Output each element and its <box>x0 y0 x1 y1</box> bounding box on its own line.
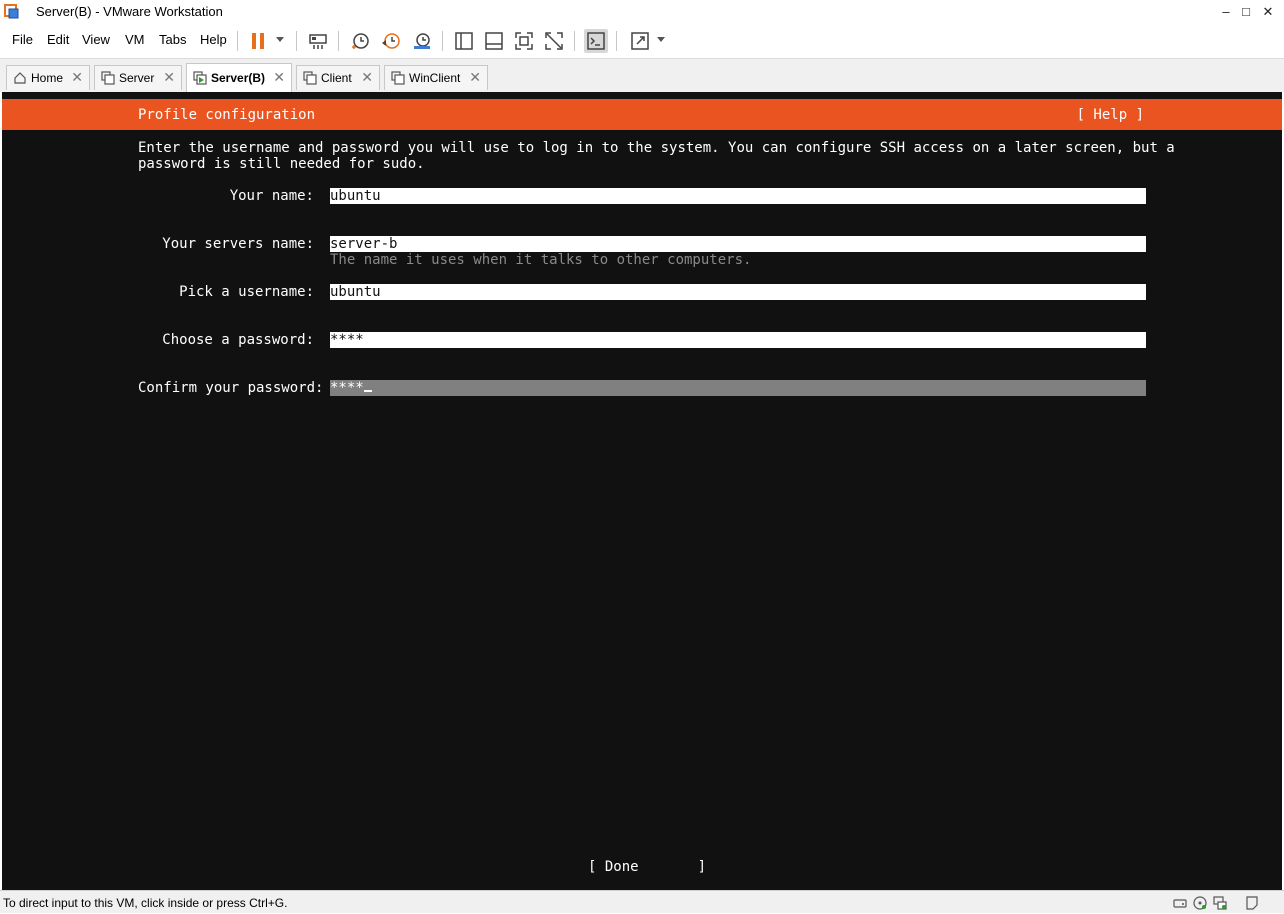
console-top-strip <box>2 92 1282 99</box>
full-screen-icon[interactable] <box>512 29 536 53</box>
menu-edit[interactable]: Edit <box>47 32 69 47</box>
password-label: Choose a password: <box>162 332 314 348</box>
vm-tab-bar: Home ✕ Server ✕ Server(B) ✕ Client ✕ Win… <box>0 59 1284 92</box>
library-icon[interactable] <box>452 29 476 53</box>
tab-label: Server(B) <box>211 71 266 85</box>
toolbar-separator <box>296 31 297 51</box>
revert-snapshot-icon[interactable] <box>379 29 403 53</box>
password-field[interactable]: **** <box>330 332 1146 348</box>
your-name-field[interactable]: ubuntu <box>330 188 1146 204</box>
installer-title: Profile configuration <box>138 107 316 123</box>
tab-close-icon[interactable]: ✕ <box>469 69 481 86</box>
window-title: Server(B) - VMware Workstation <box>36 4 223 19</box>
toolbar-separator <box>616 31 617 51</box>
running-vm-icon <box>193 71 207 85</box>
close-window-button[interactable]: ✕ <box>1257 2 1279 22</box>
title-bar: Server(B) - VMware Workstation – □ ✕ <box>0 0 1284 24</box>
username-field[interactable]: ubuntu <box>330 284 1146 300</box>
server-name-label: Your servers name: <box>162 236 314 252</box>
vm-icon <box>101 71 115 85</box>
send-ctrl-alt-del-icon[interactable] <box>306 29 330 53</box>
confirm-password-field[interactable]: **** <box>330 380 1146 396</box>
cd-dvd-icon[interactable] <box>1192 895 1208 911</box>
unity-icon[interactable] <box>542 29 566 53</box>
pause-dropdown-icon[interactable] <box>276 37 284 42</box>
toolbar-separator <box>442 31 443 51</box>
tab-server-b[interactable]: Server(B) ✕ <box>186 63 292 92</box>
tab-close-icon[interactable]: ✕ <box>361 69 373 86</box>
menu-help[interactable]: Help <box>200 32 227 47</box>
help-button[interactable]: [ Help ] <box>1077 107 1144 123</box>
snapshot-icon[interactable] <box>348 29 372 53</box>
menu-view[interactable]: View <box>82 32 110 47</box>
tab-winclient[interactable]: WinClient ✕ <box>384 65 488 90</box>
vm-console[interactable]: Profile configuration [ Help ] Enter the… <box>2 92 1282 890</box>
username-label: Pick a username: <box>179 284 314 300</box>
tab-close-icon[interactable]: ✕ <box>71 69 83 86</box>
tab-label: WinClient <box>409 71 461 85</box>
description-line-2: password is still needed for sudo. <box>138 156 425 172</box>
description-line-1: Enter the username and password you will… <box>138 140 1175 156</box>
snapshot-manager-icon[interactable] <box>410 29 434 53</box>
tab-label: Server <box>119 71 155 85</box>
tab-close-icon[interactable]: ✕ <box>273 69 285 86</box>
message-log-icon[interactable] <box>1244 895 1260 911</box>
pause-icon[interactable] <box>246 29 270 53</box>
status-message: To direct input to this VM, click inside… <box>3 896 288 910</box>
tab-close-icon[interactable]: ✕ <box>163 69 175 86</box>
tab-home[interactable]: Home ✕ <box>6 65 90 90</box>
thumbnail-bar-icon[interactable] <box>482 29 506 53</box>
minimize-button[interactable]: – <box>1215 2 1237 22</box>
menu-file[interactable]: File <box>12 32 33 47</box>
maximize-button[interactable]: □ <box>1235 2 1257 22</box>
server-name-field[interactable]: server-b <box>330 236 1146 252</box>
done-button[interactable]: [ Done ] <box>588 859 706 875</box>
tab-label: Client <box>321 71 352 85</box>
network-adapter-icon[interactable] <box>1212 895 1228 911</box>
your-name-label: Your name: <box>229 188 314 204</box>
server-name-hint: The name it uses when it talks to other … <box>330 252 752 268</box>
vm-icon <box>391 71 405 85</box>
toolbar-separator <box>574 31 575 51</box>
installer-description: Enter the username and password you will… <box>138 140 1175 172</box>
menu-vm[interactable]: VM <box>125 32 145 47</box>
vm-icon <box>303 71 317 85</box>
tab-client[interactable]: Client ✕ <box>296 65 380 90</box>
menu-toolbar: File Edit View VM Tabs Help <box>0 24 1284 59</box>
status-bar: To direct input to this VM, click inside… <box>0 890 1284 913</box>
toolbar-separator <box>237 31 238 51</box>
stretch-icon[interactable] <box>628 29 652 53</box>
home-icon <box>13 71 27 85</box>
tab-server[interactable]: Server ✕ <box>94 65 182 90</box>
vmware-app-icon <box>4 4 20 20</box>
hard-disk-icon[interactable] <box>1172 895 1188 911</box>
console-view-icon[interactable] <box>584 29 608 53</box>
stretch-dropdown-icon[interactable] <box>657 37 665 42</box>
confirm-password-label: Confirm your password: <box>138 380 324 396</box>
toolbar-separator <box>338 31 339 51</box>
menu-tabs[interactable]: Tabs <box>159 32 186 47</box>
text-cursor <box>363 390 372 392</box>
installer-header: Profile configuration [ Help ] <box>2 99 1282 130</box>
confirm-password-value: **** <box>330 380 364 396</box>
tab-label: Home <box>31 71 64 85</box>
